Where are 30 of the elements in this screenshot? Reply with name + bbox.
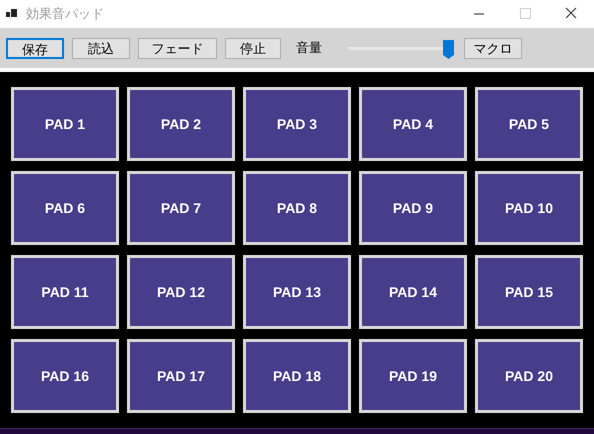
pad-button[interactable]: PAD 20 <box>475 339 583 413</box>
pad-button[interactable]: PAD 5 <box>475 87 583 161</box>
toolbar-button[interactable]: 読込 <box>72 38 130 58</box>
pad-button[interactable]: PAD 16 <box>11 339 119 413</box>
volume-slider[interactable] <box>348 37 454 59</box>
pad-button[interactable]: PAD 1 <box>11 87 119 161</box>
toolbar-button[interactable]: フェード <box>138 38 217 58</box>
pad-button[interactable]: PAD 17 <box>127 339 235 413</box>
pad-button[interactable]: PAD 15 <box>475 255 583 329</box>
volume-label: 音量 <box>296 39 322 58</box>
pad-button[interactable]: PAD 6 <box>11 171 119 245</box>
toolbar-button[interactable]: 停止 <box>225 38 281 58</box>
pad-button[interactable]: PAD 14 <box>359 255 467 329</box>
pad-button[interactable]: PAD 3 <box>243 87 351 161</box>
pad-button[interactable]: PAD 10 <box>475 171 583 245</box>
pad-button[interactable]: PAD 2 <box>127 87 235 161</box>
app-icon <box>6 8 18 20</box>
toolbar-button[interactable]: 保存 <box>6 38 64 58</box>
pad-button[interactable]: PAD 8 <box>243 171 351 245</box>
slider-thumb[interactable] <box>442 40 454 59</box>
pad-button[interactable]: PAD 13 <box>243 255 351 329</box>
pad-button[interactable]: PAD 9 <box>359 171 467 245</box>
macro-button[interactable]: マクロ <box>464 38 522 58</box>
pad-button[interactable]: PAD 12 <box>127 255 235 329</box>
pad-button[interactable]: PAD 18 <box>243 339 351 413</box>
pad-button[interactable]: PAD 11 <box>11 255 119 329</box>
pad-button[interactable]: PAD 7 <box>127 171 235 245</box>
window-title: 効果音パッド <box>26 5 104 24</box>
pad-button[interactable]: PAD 4 <box>359 87 467 161</box>
pad-button[interactable]: PAD 19 <box>359 339 467 413</box>
